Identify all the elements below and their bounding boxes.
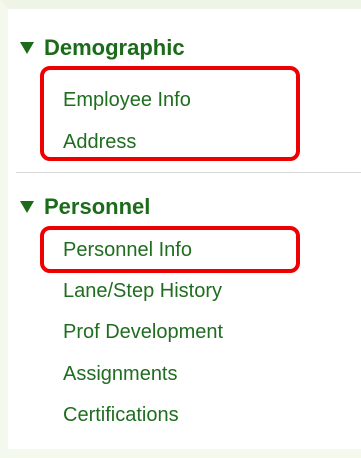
highlight-box-demographic-items: [40, 66, 300, 161]
nav-item-lane-step-history[interactable]: Lane/Step History: [63, 278, 222, 304]
highlight-box-personnel-info: [40, 226, 300, 273]
navigation-panel: Demographic Personnel Employee Info Addr…: [0, 0, 361, 449]
section-title: Personnel: [44, 194, 151, 219]
section-title: Demographic: [44, 35, 185, 60]
triangle-down-icon[interactable]: [20, 201, 34, 213]
nav-item-prof-development[interactable]: Prof Development: [63, 319, 223, 345]
section-header-demographic[interactable]: Demographic: [16, 34, 185, 62]
nav-item-certifications[interactable]: Certifications: [63, 402, 179, 428]
section-header-personnel[interactable]: Personnel: [16, 193, 150, 221]
triangle-down-icon[interactable]: [20, 42, 34, 54]
nav-item-assignments[interactable]: Assignments: [63, 361, 178, 387]
